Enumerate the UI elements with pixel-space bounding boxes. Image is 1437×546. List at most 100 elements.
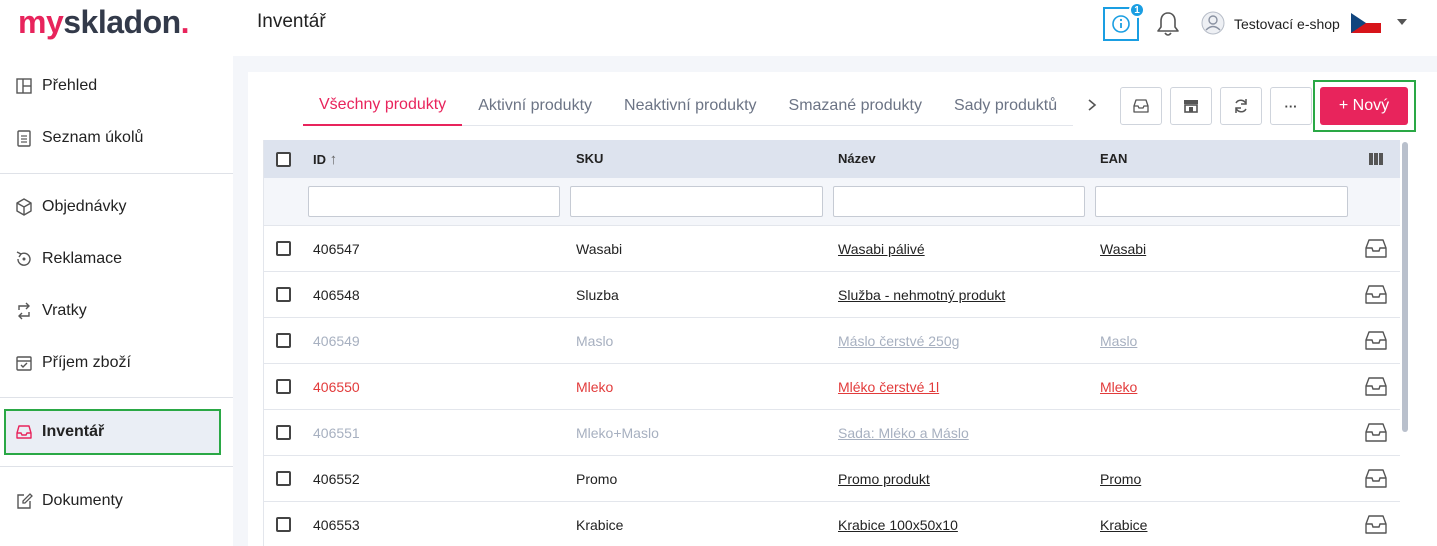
inbox-icon[interactable] xyxy=(1364,513,1388,535)
cell-ean-link[interactable]: Promo xyxy=(1100,471,1141,487)
sync-button[interactable] xyxy=(1220,87,1262,125)
cell-sku: Mleko+Maslo xyxy=(576,425,659,441)
new-product-button[interactable]: + Nový xyxy=(1320,87,1408,125)
cell-sku: Maslo xyxy=(576,333,614,349)
inbox-icon xyxy=(1133,99,1149,113)
table-row[interactable]: 406552 Promo Promo produkt Promo xyxy=(264,456,1401,502)
info-icon xyxy=(1112,15,1130,33)
user-name[interactable]: Testovací e-shop xyxy=(1234,16,1340,32)
czech-flag-icon[interactable] xyxy=(1351,13,1381,33)
cell-name-link[interactable]: Služba - nehmotný produkt xyxy=(838,287,1005,303)
row-checkbox[interactable] xyxy=(276,241,291,256)
tab-sady-produktu[interactable]: Sady produktů xyxy=(938,86,1073,125)
more-button[interactable]: ··· xyxy=(1270,87,1312,125)
user-avatar-icon[interactable] xyxy=(1201,11,1225,35)
filter-id-input[interactable] xyxy=(308,186,560,217)
refresh-return-icon xyxy=(16,251,31,266)
tab-neaktivni-produkty[interactable]: Neaktivní produkty xyxy=(608,86,773,125)
cell-id: 406552 xyxy=(313,471,360,487)
row-checkbox[interactable] xyxy=(276,379,291,394)
column-header-sku[interactable]: SKU xyxy=(576,151,603,166)
store-button[interactable] xyxy=(1170,87,1212,125)
tab-vsechny-produkty[interactable]: Všechny produkty xyxy=(303,86,463,126)
table-row[interactable]: 406549 Maslo Máslo čerstvé 250g Maslo xyxy=(264,318,1401,364)
cell-sku: Krabice xyxy=(576,517,624,533)
info-button[interactable]: 1 xyxy=(1103,2,1145,41)
filter-ean-input[interactable] xyxy=(1095,186,1348,217)
sync-icon xyxy=(1235,99,1247,113)
column-header-id[interactable]: ID ↑ xyxy=(313,151,337,168)
sidebar-item-prijem-zbozi[interactable]: Příjem zboží xyxy=(0,338,233,388)
inbox-icon xyxy=(16,425,32,439)
row-checkbox[interactable] xyxy=(276,333,291,348)
sidebar-item-label: Seznam úkolů xyxy=(42,129,144,146)
sidebar-item-dokumenty[interactable]: Dokumenty xyxy=(0,476,233,526)
columns-settings-icon[interactable] xyxy=(1368,152,1384,166)
sidebar-item-vratky[interactable]: Vratky xyxy=(0,286,233,336)
chevron-right-icon[interactable] xyxy=(1084,95,1100,115)
cell-name-link[interactable]: Wasabi pálivé xyxy=(838,241,925,257)
table-row[interactable]: 406551 Mleko+Maslo Sada: Mléko a Máslo xyxy=(264,410,1401,456)
cell-name-link[interactable]: Promo produkt xyxy=(838,471,930,487)
table-row[interactable]: 406547 Wasabi Wasabi pálivé Wasabi xyxy=(264,226,1401,272)
filter-sku-input[interactable] xyxy=(570,186,823,217)
column-header-nazev[interactable]: Název xyxy=(838,151,876,166)
sidebar-item-prehled[interactable]: Přehled xyxy=(0,61,233,111)
row-checkbox[interactable] xyxy=(276,425,291,440)
cell-name-link[interactable]: Máslo čerstvé 250g xyxy=(838,333,959,349)
sidebar-item-label: Vratky xyxy=(42,302,87,319)
select-all-checkbox[interactable] xyxy=(276,152,291,167)
box-icon xyxy=(16,198,32,216)
inbox-button[interactable] xyxy=(1120,87,1162,125)
chevron-down-icon[interactable] xyxy=(1396,17,1408,27)
bell-icon[interactable] xyxy=(1155,10,1181,38)
column-header-label: ID xyxy=(313,152,326,167)
cell-ean-link[interactable]: Maslo xyxy=(1100,333,1137,349)
cell-id: 406550 xyxy=(313,379,360,395)
cell-name-link[interactable]: Mléko čerstvé 1l xyxy=(838,379,939,395)
cell-id: 406553 xyxy=(313,517,360,533)
sidebar-item-inventar[interactable]: Inventář xyxy=(4,409,221,455)
row-checkbox[interactable] xyxy=(276,287,291,302)
table-row[interactable]: 406548 Sluzba Služba - nehmotný produkt xyxy=(264,272,1401,318)
store-icon xyxy=(1184,100,1198,113)
sidebar-divider xyxy=(0,466,233,467)
inbox-icon[interactable] xyxy=(1364,237,1388,259)
cell-name-link[interactable]: Sada: Mléko a Máslo xyxy=(838,425,969,441)
return-arrows-icon xyxy=(18,302,30,320)
sidebar-divider xyxy=(0,397,233,398)
cell-name-link[interactable]: Krabice 100x50x10 xyxy=(838,517,958,533)
table-row[interactable]: 406553 Krabice Krabice 100x50x10 Krabice xyxy=(264,502,1401,546)
tab-smazane-produkty[interactable]: Smazané produkty xyxy=(773,86,938,125)
row-checkbox[interactable] xyxy=(276,517,291,532)
cell-ean-link[interactable]: Krabice xyxy=(1100,517,1147,533)
notification-badge: 1 xyxy=(1129,2,1145,18)
inbox-icon[interactable] xyxy=(1364,467,1388,489)
table-header: ID ↑ SKU Název EAN xyxy=(264,140,1401,178)
clipboard-icon xyxy=(17,130,31,147)
product-tabs: Všechny produkty Aktivní produkty Neakti… xyxy=(303,86,1074,126)
column-header-ean[interactable]: EAN xyxy=(1100,151,1127,166)
cell-sku: Mleko xyxy=(576,379,614,395)
top-bar: myskladon. Inventář 1 Testovací e-shop xyxy=(0,0,1437,56)
inbox-icon[interactable] xyxy=(1364,375,1388,397)
products-table: ID ↑ SKU Název EAN 406547 Wasabi Wasabi … xyxy=(263,140,1401,546)
tab-aktivni-produkty[interactable]: Aktivní produkty xyxy=(462,86,608,125)
filter-nazev-input[interactable] xyxy=(833,186,1085,217)
cell-ean-link[interactable]: Mleko xyxy=(1100,379,1137,395)
table-row[interactable]: 406550 Mleko Mléko čerstvé 1l Mleko xyxy=(264,364,1401,410)
sidebar-item-seznam-ukolu[interactable]: Seznam úkolů xyxy=(0,113,233,163)
cell-ean-link[interactable]: Wasabi xyxy=(1100,241,1146,257)
sidebar-item-label: Přehled xyxy=(42,77,98,94)
row-checkbox[interactable] xyxy=(276,471,291,486)
logo-skladon: skladon xyxy=(63,4,181,40)
cell-id: 406549 xyxy=(313,333,360,349)
inbox-icon[interactable] xyxy=(1364,329,1388,351)
inbox-icon[interactable] xyxy=(1364,421,1388,443)
sidebar-item-objednavky[interactable]: Objednávky xyxy=(0,182,233,232)
sidebar-divider xyxy=(0,173,233,174)
sidebar-item-reklamace[interactable]: Reklamace xyxy=(0,234,233,284)
table-scrollbar-thumb[interactable] xyxy=(1402,142,1408,432)
inbox-icon[interactable] xyxy=(1364,283,1388,305)
app-logo[interactable]: myskladon. xyxy=(18,4,190,41)
